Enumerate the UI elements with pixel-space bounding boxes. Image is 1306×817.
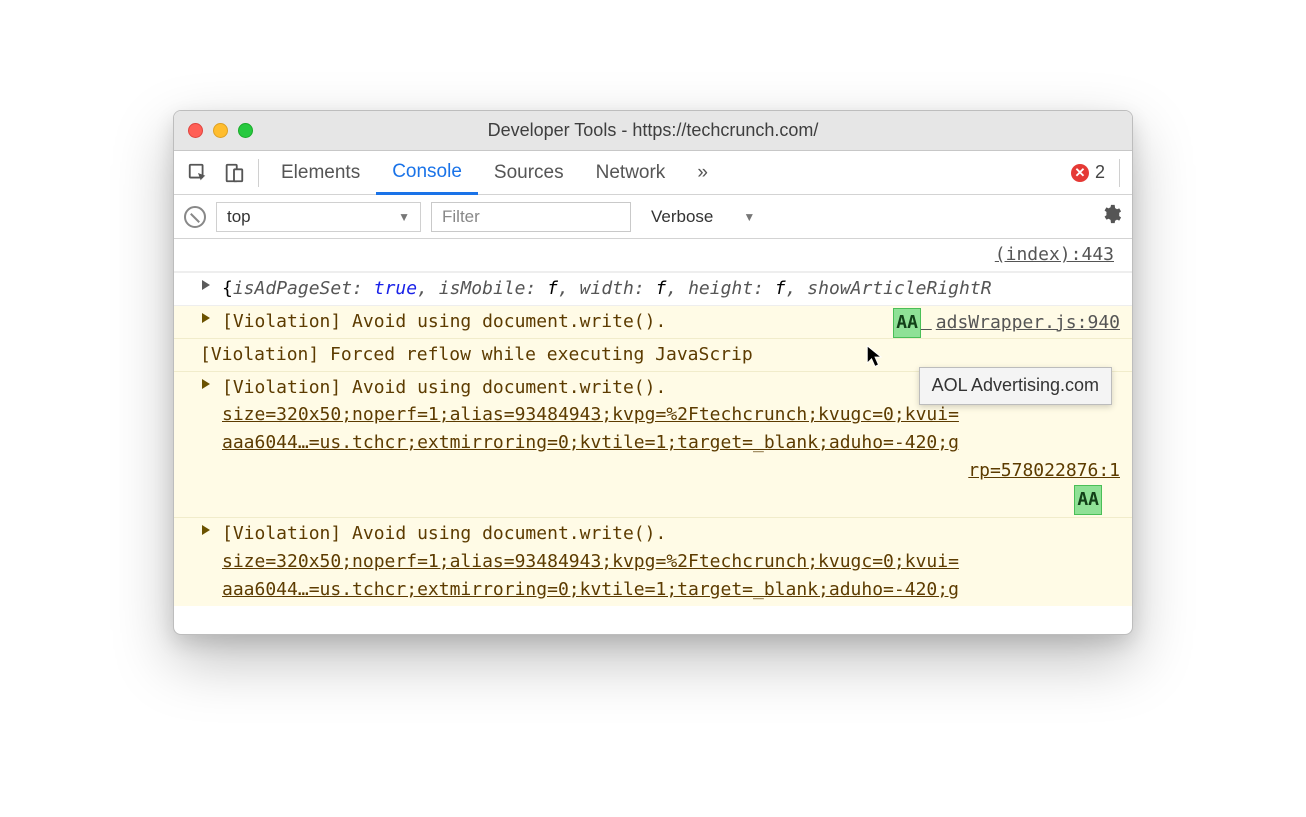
console-row-violation: AA adsWrapper.js:940 [Violation] Avoid u… [174,306,1132,339]
error-count[interactable]: ✕ 2 [1063,162,1113,183]
inspect-element-icon[interactable] [180,155,216,191]
error-icon: ✕ [1071,164,1089,182]
badge-tooltip: AOL Advertising.com [919,367,1112,405]
traffic-lights [188,123,253,138]
tab-console[interactable]: Console [376,152,478,195]
disclosure-triangle[interactable] [202,379,210,389]
error-count-value: 2 [1095,162,1105,183]
violation-url[interactable]: aaa6044…=us.tchcr;extmirroring=0;kvtile=… [200,576,1120,604]
devtools-tabbar: Elements Console Sources Network » ✕ 2 [174,151,1132,195]
console-row-object: {isAdPageSet: true, isMobile: f, width: … [174,272,1132,306]
clear-console-icon[interactable] [184,206,206,228]
device-toolbar-icon[interactable] [216,155,252,191]
log-level-value: Verbose [651,207,713,227]
violation-message: [Violation] Avoid using document.write()… [200,311,666,332]
tab-elements[interactable]: Elements [265,151,376,194]
violation-url[interactable]: size=320x50;noperf=1;alias=93484943;kvpg… [200,401,1120,429]
filter-input[interactable] [431,202,631,232]
tab-sources[interactable]: Sources [478,151,580,194]
violation-message: [Violation] Avoid using document.write()… [200,520,1120,548]
window-title: Developer Tools - https://techcrunch.com… [174,120,1132,141]
third-party-badge[interactable]: AA [1074,485,1102,515]
console-filterbar: top ▼ Verbose ▼ [174,195,1132,239]
disclosure-triangle[interactable] [202,313,210,323]
source-link[interactable]: (index):443 [174,239,1132,272]
disclosure-triangle[interactable] [202,525,210,535]
tabs-overflow[interactable]: » [681,151,724,194]
tab-network[interactable]: Network [580,151,682,194]
source-link[interactable]: AA adsWrapper.js:940 [893,308,1120,338]
chevron-down-icon: ▼ [743,210,755,224]
violation-url[interactable]: rp=578022876:1 [200,457,1120,485]
source-link-text: (index):443 [995,244,1114,265]
context-selector[interactable]: top ▼ [216,202,421,232]
disclosure-triangle[interactable] [202,280,210,290]
devtools-window: Developer Tools - https://techcrunch.com… [173,110,1133,635]
minimize-window-button[interactable] [213,123,228,138]
source-link-text: adsWrapper.js:940 [936,312,1120,333]
violation-message: [Violation] Forced reflow while executin… [200,344,753,365]
third-party-badge[interactable]: AA [893,308,921,338]
violation-url[interactable]: size=320x50;noperf=1;alias=93484943;kvpg… [200,548,1120,576]
console-row-violation: [Violation] Avoid using document.write()… [174,518,1132,606]
separator [258,159,259,187]
close-window-button[interactable] [188,123,203,138]
violation-url[interactable]: aaa6044…=us.tchcr;extmirroring=0;kvtile=… [200,429,1120,457]
context-value: top [227,207,251,227]
titlebar: Developer Tools - https://techcrunch.com… [174,111,1132,151]
console-output: (index):443 {isAdPageSet: true, isMobile… [174,239,1132,634]
zoom-window-button[interactable] [238,123,253,138]
separator [1119,159,1120,187]
console-settings-icon[interactable] [1100,203,1122,231]
log-level-selector[interactable]: Verbose ▼ [641,202,765,232]
object-preview[interactable]: {isAdPageSet: true, isMobile: f, width: … [200,278,992,299]
chevron-down-icon: ▼ [398,210,410,224]
